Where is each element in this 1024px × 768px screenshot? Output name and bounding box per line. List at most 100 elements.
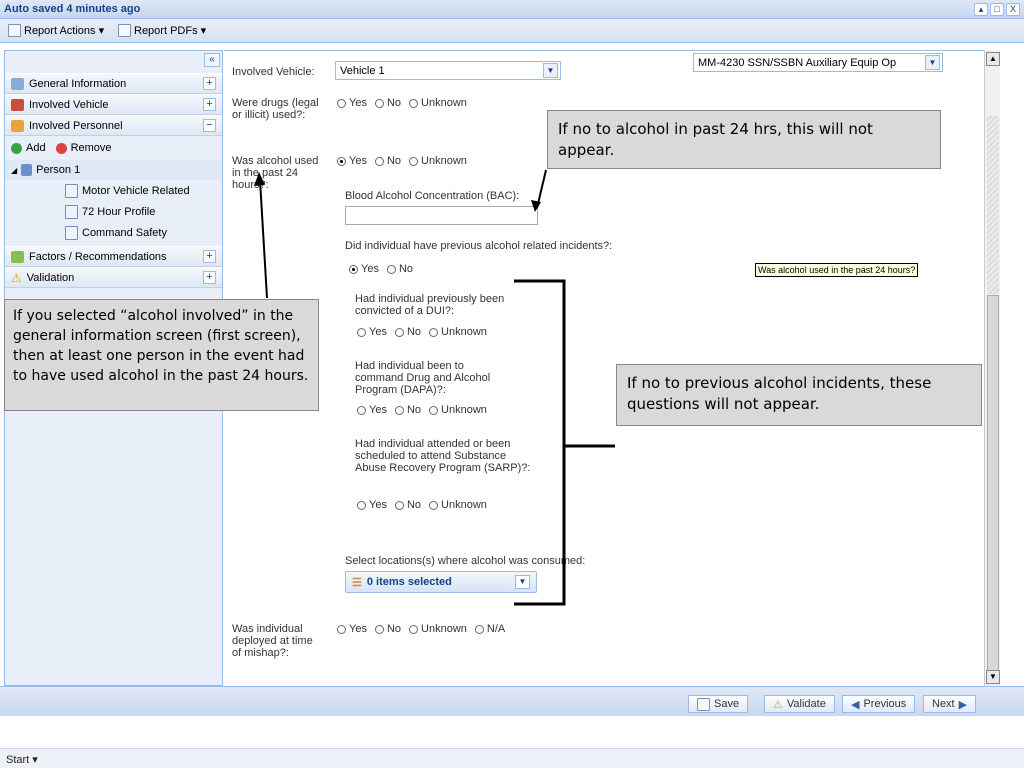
scroll-up-icon[interactable]: ▲ — [986, 52, 1000, 66]
sidebar-item-factors-recommendations[interactable]: Factors / Recommendations + — [5, 246, 222, 267]
rating-select[interactable]: MM-4230 SSN/SSBN Auxiliary Equip Op ▼ — [693, 53, 943, 72]
chevron-down-icon[interactable]: ▼ — [515, 575, 530, 589]
dui-unknown-radio[interactable]: Unknown — [429, 326, 487, 338]
sarp-no-radio[interactable]: No — [394, 499, 421, 511]
selected-value: Vehicle 1 — [340, 65, 385, 77]
remove-button[interactable]: Remove — [71, 142, 112, 154]
remove-icon — [55, 142, 67, 154]
previous-button[interactable]: ◀ Previous — [842, 695, 916, 713]
warning-icon: ⚠ — [11, 270, 22, 285]
involved-vehicle-select[interactable]: Vehicle 1 ▼ — [335, 61, 561, 80]
deployed-no-radio[interactable]: No — [374, 623, 401, 635]
sarp-yes-radio[interactable]: Yes — [357, 499, 387, 511]
chevron-down-icon[interactable]: ▼ — [925, 55, 940, 70]
locations-label: Select locations(s) where alcohol was co… — [345, 555, 586, 567]
save-icon — [697, 697, 710, 711]
sidebar-item-involved-vehicle[interactable]: Involved Vehicle + — [5, 94, 222, 115]
alcohol-yes-radio[interactable]: Yes — [337, 155, 367, 167]
deployed-question-label: Was individual deployed at time of misha… — [232, 623, 313, 659]
bac-input[interactable] — [345, 206, 538, 225]
dapa-yes-radio[interactable]: Yes — [357, 404, 387, 416]
sarp-radio-group: Yes No Unknown — [357, 499, 487, 511]
deployed-na-radio[interactable]: N/A — [474, 623, 505, 635]
selected-count: 0 items selected — [366, 576, 452, 588]
dapa-radio-group: Yes No Unknown — [357, 404, 487, 416]
drugs-unknown-radio[interactable]: Unknown — [409, 97, 467, 109]
involved-vehicle-label: Involved Vehicle: — [232, 66, 315, 78]
sidebar-item-validation[interactable]: ⚠ Validation + — [5, 267, 222, 288]
collapse-icon[interactable]: − — [203, 119, 216, 132]
expand-icon[interactable]: + — [203, 98, 216, 111]
window-titlebar: Auto saved 4 minutes ago ▴ □ X — [0, 0, 1024, 19]
previous-incidents-label: Did individual have previous alcohol rel… — [345, 240, 613, 252]
dapa-no-radio[interactable]: No — [394, 404, 421, 416]
validate-button[interactable]: ⚠ Validate — [764, 695, 835, 713]
report-actions-label: Report Actions ▾ — [24, 25, 105, 37]
maximize-button[interactable]: □ — [990, 3, 1004, 16]
main-toolbar: Report Actions ▾ Report PDFs ▾ — [0, 19, 1024, 43]
alcohol-no-radio[interactable]: No — [374, 155, 401, 167]
expand-icon[interactable]: + — [203, 77, 216, 90]
drugs-yes-radio[interactable]: Yes — [337, 97, 367, 109]
add-remove-row: Add Remove — [5, 138, 222, 158]
document-icon — [65, 205, 78, 219]
deployed-yes-radio[interactable]: Yes — [337, 623, 367, 635]
previous-incidents-no-radio[interactable]: No — [386, 263, 413, 275]
chevron-down-icon[interactable]: ▼ — [543, 63, 558, 78]
document-icon — [65, 184, 78, 198]
form-footer: Save ⚠ Validate ◀ Previous Next ▶ — [0, 686, 1024, 716]
locations-multiselect[interactable]: ☰ 0 items selected ▼ — [345, 571, 537, 593]
drugs-question-label: Were drugs (legal or illicit) used?: — [232, 97, 319, 121]
expand-icon[interactable]: + — [203, 250, 216, 263]
arrow-left-icon: ◀ — [851, 698, 860, 711]
bac-label: Blood Alcohol Concentration (BAC): — [345, 190, 520, 202]
next-button[interactable]: Next ▶ — [923, 695, 977, 713]
dui-no-radio[interactable]: No — [394, 326, 421, 338]
tree-item-72-hour-profile[interactable]: 72 Hour Profile — [5, 202, 222, 222]
collapse-sidebar-button[interactable]: « — [204, 53, 220, 67]
vertical-scrollbar[interactable]: ▲ ▼ — [984, 50, 1000, 686]
people-icon — [11, 119, 24, 132]
sarp-question-label: Had individual attended or been schedule… — [355, 438, 531, 474]
sidebar-item-label: Factors / Recommendations — [29, 250, 167, 263]
minimize-button[interactable]: ▴ — [974, 3, 988, 16]
expand-icon[interactable]: + — [203, 271, 216, 284]
sidebar-item-label: General Information — [29, 77, 127, 90]
taskbar: Start ▾ — [0, 748, 1024, 768]
alcohol-unknown-radio[interactable]: Unknown — [409, 155, 467, 167]
scroll-down-icon[interactable]: ▼ — [986, 670, 1000, 684]
add-icon — [11, 142, 22, 154]
car-icon — [11, 98, 24, 111]
dapa-unknown-radio[interactable]: Unknown — [429, 404, 487, 416]
sarp-unknown-radio[interactable]: Unknown — [429, 499, 487, 511]
printer-icon — [118, 24, 131, 37]
tree-node-person-1[interactable]: ◢ Person 1 — [5, 160, 222, 180]
previous-incidents-yes-radio[interactable]: Yes — [349, 263, 379, 275]
save-button[interactable]: Save — [688, 695, 749, 713]
add-button[interactable]: Add — [26, 142, 46, 154]
sidebar-item-general-information[interactable]: General Information + — [5, 73, 222, 94]
tree-item-label: 72 Hour Profile — [82, 206, 156, 218]
warning-icon: ⚠ — [773, 698, 783, 711]
report-icon — [8, 24, 21, 37]
deployed-radio-group: Yes No Unknown N/A — [337, 623, 505, 635]
deployed-unknown-radio[interactable]: Unknown — [409, 623, 467, 635]
report-actions-menu[interactable]: Report Actions ▾ — [8, 24, 104, 37]
sidebar-item-involved-personnel[interactable]: Involved Personnel − — [5, 115, 222, 136]
scroll-track — [987, 116, 999, 294]
start-menu-button[interactable]: Start ▾ — [6, 753, 38, 766]
tree-item-command-safety[interactable]: Command Safety — [5, 223, 222, 243]
dapa-question-label: Had individual been to command Drug and … — [355, 360, 491, 396]
alcohol-question-label: Was alcohol used in the past 24 hours?: — [232, 155, 319, 191]
tree-expand-icon: ◢ — [11, 165, 18, 175]
tree-item-label: Command Safety — [82, 227, 167, 239]
tree-item-motor-vehicle-related[interactable]: Motor Vehicle Related — [5, 181, 222, 201]
dui-yes-radio[interactable]: Yes — [357, 326, 387, 338]
window-controls: ▴ □ X — [974, 3, 1020, 16]
arrow-right-icon: ▶ — [958, 698, 968, 711]
scroll-thumb[interactable] — [987, 295, 999, 675]
report-pdfs-menu[interactable]: Report PDFs ▾ — [118, 24, 206, 37]
validation-tooltip: Was alcohol used in the past 24 hours? — [755, 263, 919, 277]
close-button[interactable]: X — [1006, 3, 1020, 16]
drugs-no-radio[interactable]: No — [374, 97, 401, 109]
